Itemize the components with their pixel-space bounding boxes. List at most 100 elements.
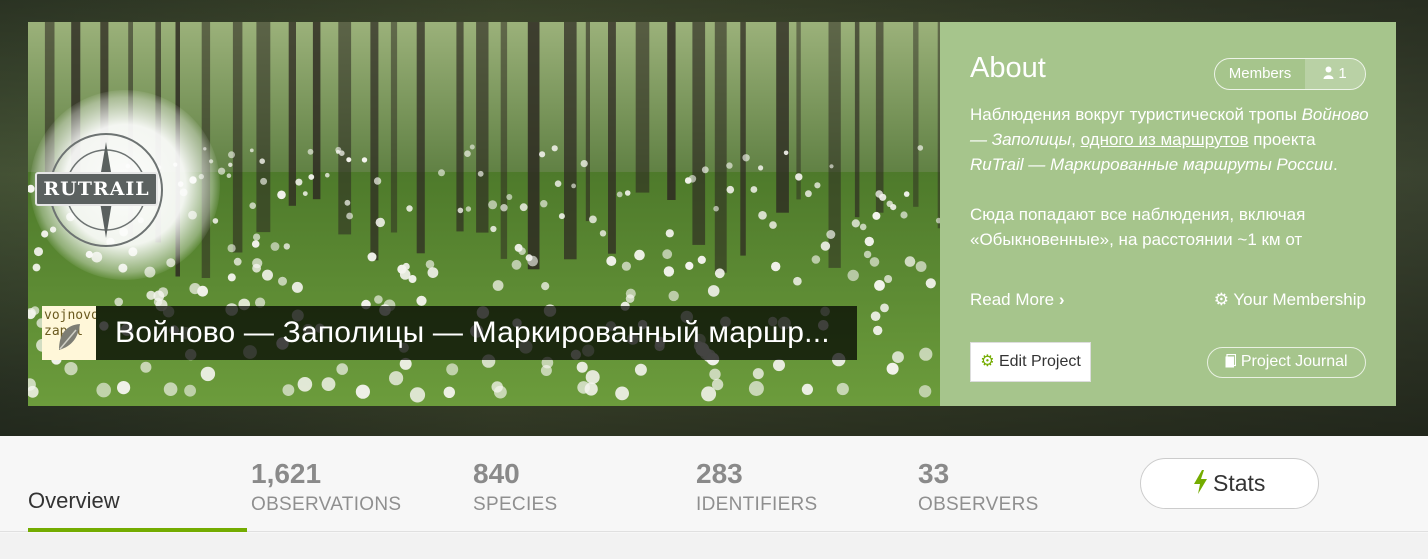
- cotton-grass-tuft: [32, 263, 41, 272]
- leaf-icon: [59, 324, 80, 350]
- members-pill[interactable]: Members 1: [1214, 58, 1366, 90]
- tree-trunk: [740, 22, 746, 256]
- cotton-grass-tuft: [96, 382, 111, 398]
- cotton-grass-tuft: [783, 150, 789, 156]
- cotton-grass-tuft: [140, 361, 152, 373]
- cotton-grass-tuft: [490, 225, 497, 233]
- cotton-grass-tuft: [726, 185, 735, 194]
- stat-label: IDENTIFIERS: [696, 494, 818, 515]
- cotton-grass-tuft: [829, 164, 834, 169]
- cotton-grass-tuft: [624, 190, 631, 196]
- cotton-grass-tuft: [886, 362, 899, 375]
- cotton-grass-tuft: [361, 157, 368, 163]
- cotton-grass-tuft: [925, 278, 936, 289]
- about-paragraph-1: Наблюдения вокруг туристической тропы Во…: [970, 105, 1369, 174]
- about-paragraph-2: Сюда попадают все наблюдения, включая «О…: [970, 205, 1306, 249]
- cotton-grass-tuft: [918, 385, 932, 398]
- cotton-grass-tuft: [228, 162, 233, 167]
- gear-icon: ⚙: [1213, 290, 1229, 309]
- stat-observations[interactable]: 1,621 OBSERVATIONS: [251, 458, 401, 520]
- cotton-grass-tuft: [903, 191, 910, 197]
- cotton-grass-tuft: [886, 200, 893, 207]
- cotton-grass-tuft: [805, 190, 812, 198]
- project-journal-button[interactable]: Project Journal: [1207, 347, 1366, 378]
- cotton-grass-tuft: [847, 269, 859, 282]
- cotton-grass-tuft: [811, 255, 821, 264]
- project-title-bar: vojnovo-zapol Войново — Заполицы — Марки…: [42, 306, 857, 360]
- cotton-grass-tuft: [233, 257, 242, 266]
- cotton-grass-tuft: [793, 276, 802, 286]
- cotton-grass-tuft: [713, 205, 719, 212]
- cotton-grass-tuft: [443, 386, 455, 398]
- cotton-grass-tuft: [662, 249, 673, 260]
- tree-trunk: [692, 22, 706, 245]
- read-more-link[interactable]: Read More ›: [970, 290, 1065, 310]
- cotton-grass-tuft: [494, 385, 507, 399]
- cotton-grass-tuft: [416, 295, 427, 306]
- cotton-grass-tuft: [634, 363, 647, 376]
- cotton-grass-tuft: [584, 382, 598, 396]
- your-membership-link[interactable]: ⚙ Your Membership: [1214, 290, 1366, 310]
- cotton-grass-tuft: [336, 149, 340, 154]
- tree-trunk: [390, 22, 398, 233]
- cotton-grass-tuft: [465, 206, 472, 212]
- cotton-grass-tuft: [283, 243, 290, 250]
- tree-trunk: [714, 22, 727, 273]
- stat-species[interactable]: 840 SPECIES: [473, 458, 557, 520]
- cotton-grass-tuft: [726, 162, 733, 169]
- cotton-grass-tuft: [277, 190, 286, 200]
- cotton-grass-tuft: [514, 243, 523, 252]
- cotton-grass-tuft: [500, 204, 508, 212]
- tree-trunk: [875, 22, 884, 213]
- cotton-grass-tuft: [742, 154, 750, 162]
- stat-identifiers[interactable]: 283 IDENTIFIERS: [696, 458, 818, 520]
- cotton-grass-tuft: [251, 240, 260, 248]
- cotton-grass-tuft: [875, 190, 883, 198]
- cotton-grass-tuft: [864, 236, 874, 247]
- cotton-grass-tuft: [397, 264, 407, 274]
- cotton-grass-tuft: [585, 370, 600, 385]
- cotton-grass-tuft: [64, 362, 78, 376]
- cotton-grass-tuft: [859, 223, 867, 231]
- cotton-grass-tuft: [917, 145, 924, 151]
- stats-button[interactable]: Stats: [1140, 458, 1319, 509]
- stat-observers[interactable]: 33 OBSERVERS: [918, 458, 1039, 520]
- cotton-grass-tuft: [492, 280, 504, 291]
- cotton-grass-tuft: [701, 386, 717, 402]
- cotton-grass-tuft: [915, 261, 927, 272]
- cotton-grass-tuft: [551, 145, 558, 152]
- journal-icon: [1225, 353, 1237, 368]
- edit-project-button[interactable]: ⚙ Edit Project: [970, 342, 1091, 382]
- about-panel: About Members 1 Наблюдения вокруг турист…: [940, 22, 1396, 406]
- cotton-grass-tuft: [302, 191, 308, 197]
- cotton-grass-tuft: [558, 213, 565, 220]
- cotton-grass-tuft: [900, 211, 908, 219]
- tab-overview[interactable]: Overview: [28, 488, 247, 532]
- cotton-grass-tuft: [904, 256, 916, 267]
- chevron-right-icon: ›: [1058, 290, 1065, 309]
- tree-trunk: [232, 22, 243, 253]
- cotton-grass-tuft: [752, 368, 764, 380]
- gear-icon: ⚙: [980, 353, 995, 370]
- cotton-grass-tuft: [249, 202, 256, 209]
- routes-link[interactable]: одного из маршрутов: [1081, 130, 1249, 149]
- cotton-grass-tuft: [374, 295, 383, 304]
- cotton-grass-tuft: [615, 386, 629, 401]
- cotton-grass-tuft: [869, 257, 880, 267]
- cotton-grass-tuft: [701, 166, 709, 174]
- cotton-grass-tuft: [344, 199, 351, 206]
- stats-row: Overview 1,621 OBSERVATIONS 840 SPECIES …: [0, 436, 1428, 532]
- cotton-grass-tuft: [554, 180, 562, 187]
- cotton-grass-tuft: [355, 384, 370, 399]
- tree-trunk: [854, 22, 860, 218]
- cotton-grass-tuft: [488, 200, 498, 210]
- project-icon[interactable]: vojnovo-zapol: [42, 306, 96, 360]
- cotton-grass-tuft: [114, 297, 123, 307]
- cotton-grass-tuft: [200, 366, 216, 382]
- cotton-grass-tuft: [375, 217, 385, 228]
- cotton-grass-tuft: [446, 363, 459, 376]
- cotton-grass-tuft: [184, 384, 197, 397]
- tree-trunk: [288, 22, 296, 206]
- cotton-grass-tuft: [457, 207, 464, 214]
- about-description: Наблюдения вокруг туристической тропы Во…: [970, 102, 1370, 277]
